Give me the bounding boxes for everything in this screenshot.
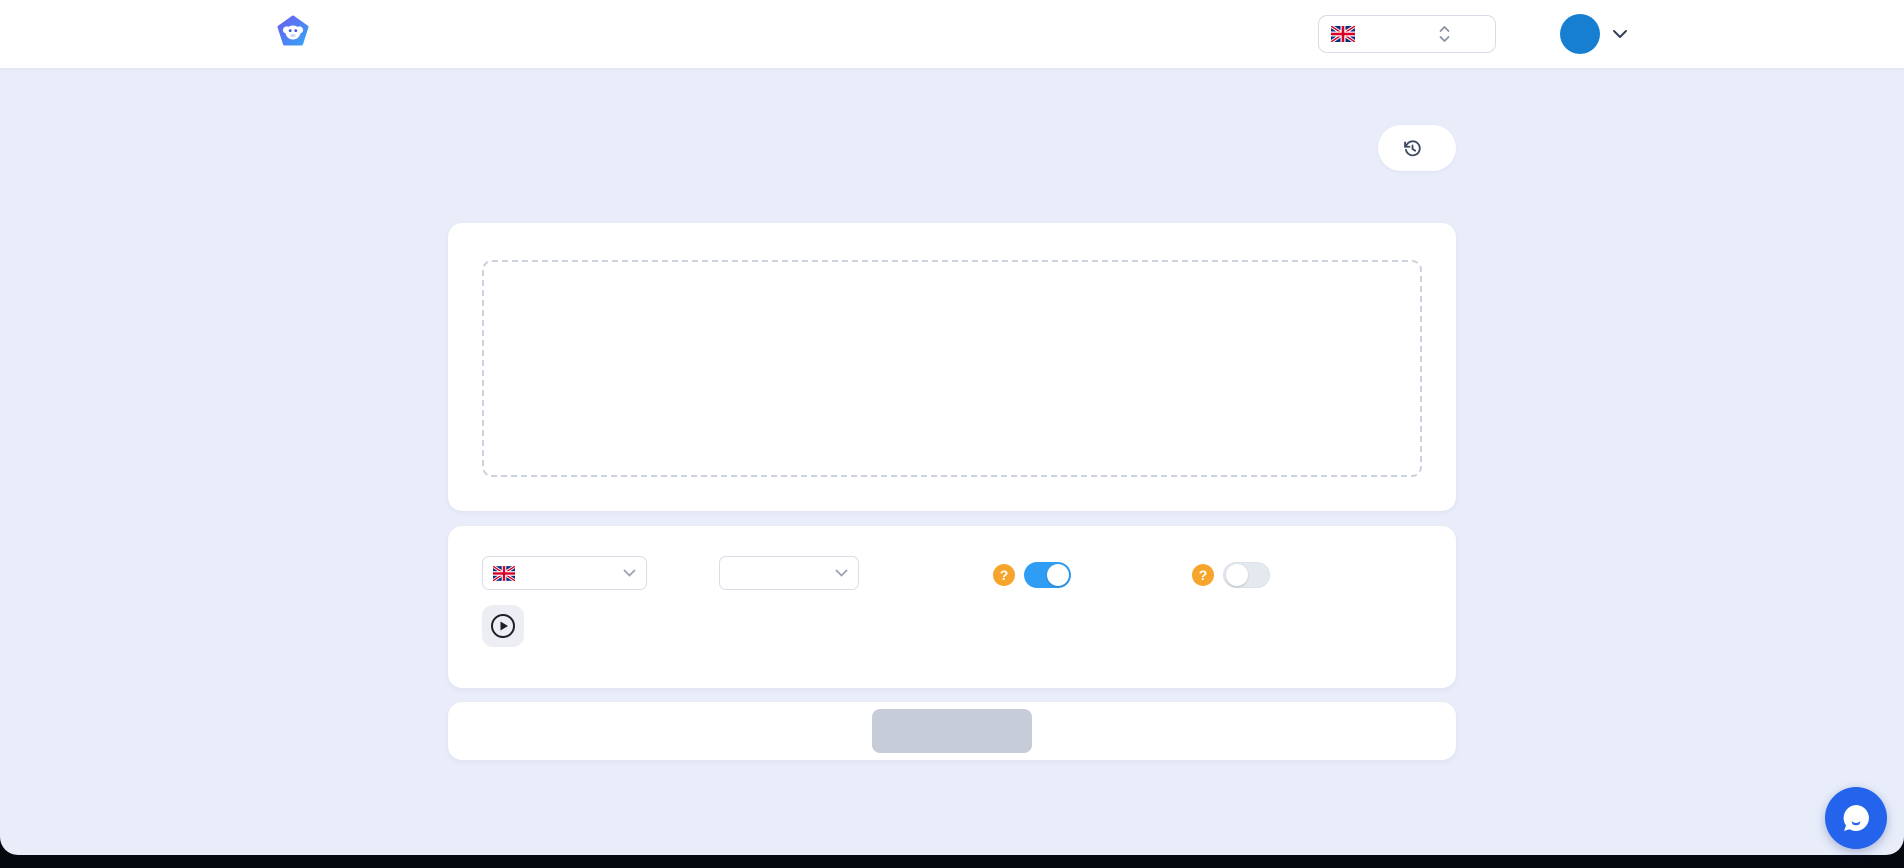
translate-card <box>448 702 1456 760</box>
history-icon <box>1402 138 1423 159</box>
main-content: ? ? <box>448 125 1456 760</box>
page: ? ? <box>0 0 1904 855</box>
stepper-chevrons-icon <box>1438 24 1483 44</box>
mode-row <box>448 125 1456 171</box>
chat-bubble-icon <box>1843 805 1869 831</box>
chevron-down-icon <box>623 569 636 577</box>
chat-widget-button[interactable] <box>1825 787 1887 849</box>
transmonkey-logo-icon <box>276 15 310 54</box>
dropzone[interactable] <box>482 260 1422 477</box>
user-menu[interactable] <box>1548 14 1628 54</box>
waveform[interactable] <box>542 602 1404 650</box>
subtitles-help-icon[interactable]: ? <box>993 564 1015 586</box>
history-button[interactable] <box>1378 125 1456 171</box>
translate-button[interactable] <box>872 709 1032 753</box>
background-music-toggle[interactable] <box>1223 562 1270 588</box>
avatar[interactable] <box>1560 14 1600 54</box>
settings-card: ? ? <box>448 526 1456 688</box>
target-language-select[interactable] <box>482 556 647 590</box>
header <box>0 0 1904 68</box>
uk-flag-icon <box>1331 26 1376 42</box>
chevron-down-icon <box>835 569 848 577</box>
audio-preview-row <box>482 602 1429 650</box>
play-icon <box>491 614 515 638</box>
voice-model-select[interactable] <box>719 556 859 590</box>
subtitles-toggle[interactable] <box>1024 562 1071 588</box>
chevron-down-icon[interactable] <box>1612 29 1628 39</box>
background-music-help-icon[interactable]: ? <box>1192 564 1214 586</box>
brand-logo[interactable] <box>276 15 320 54</box>
uk-flag-icon <box>493 565 549 581</box>
upload-card <box>448 223 1456 511</box>
language-selector[interactable] <box>1318 15 1496 53</box>
play-button[interactable] <box>482 605 524 647</box>
